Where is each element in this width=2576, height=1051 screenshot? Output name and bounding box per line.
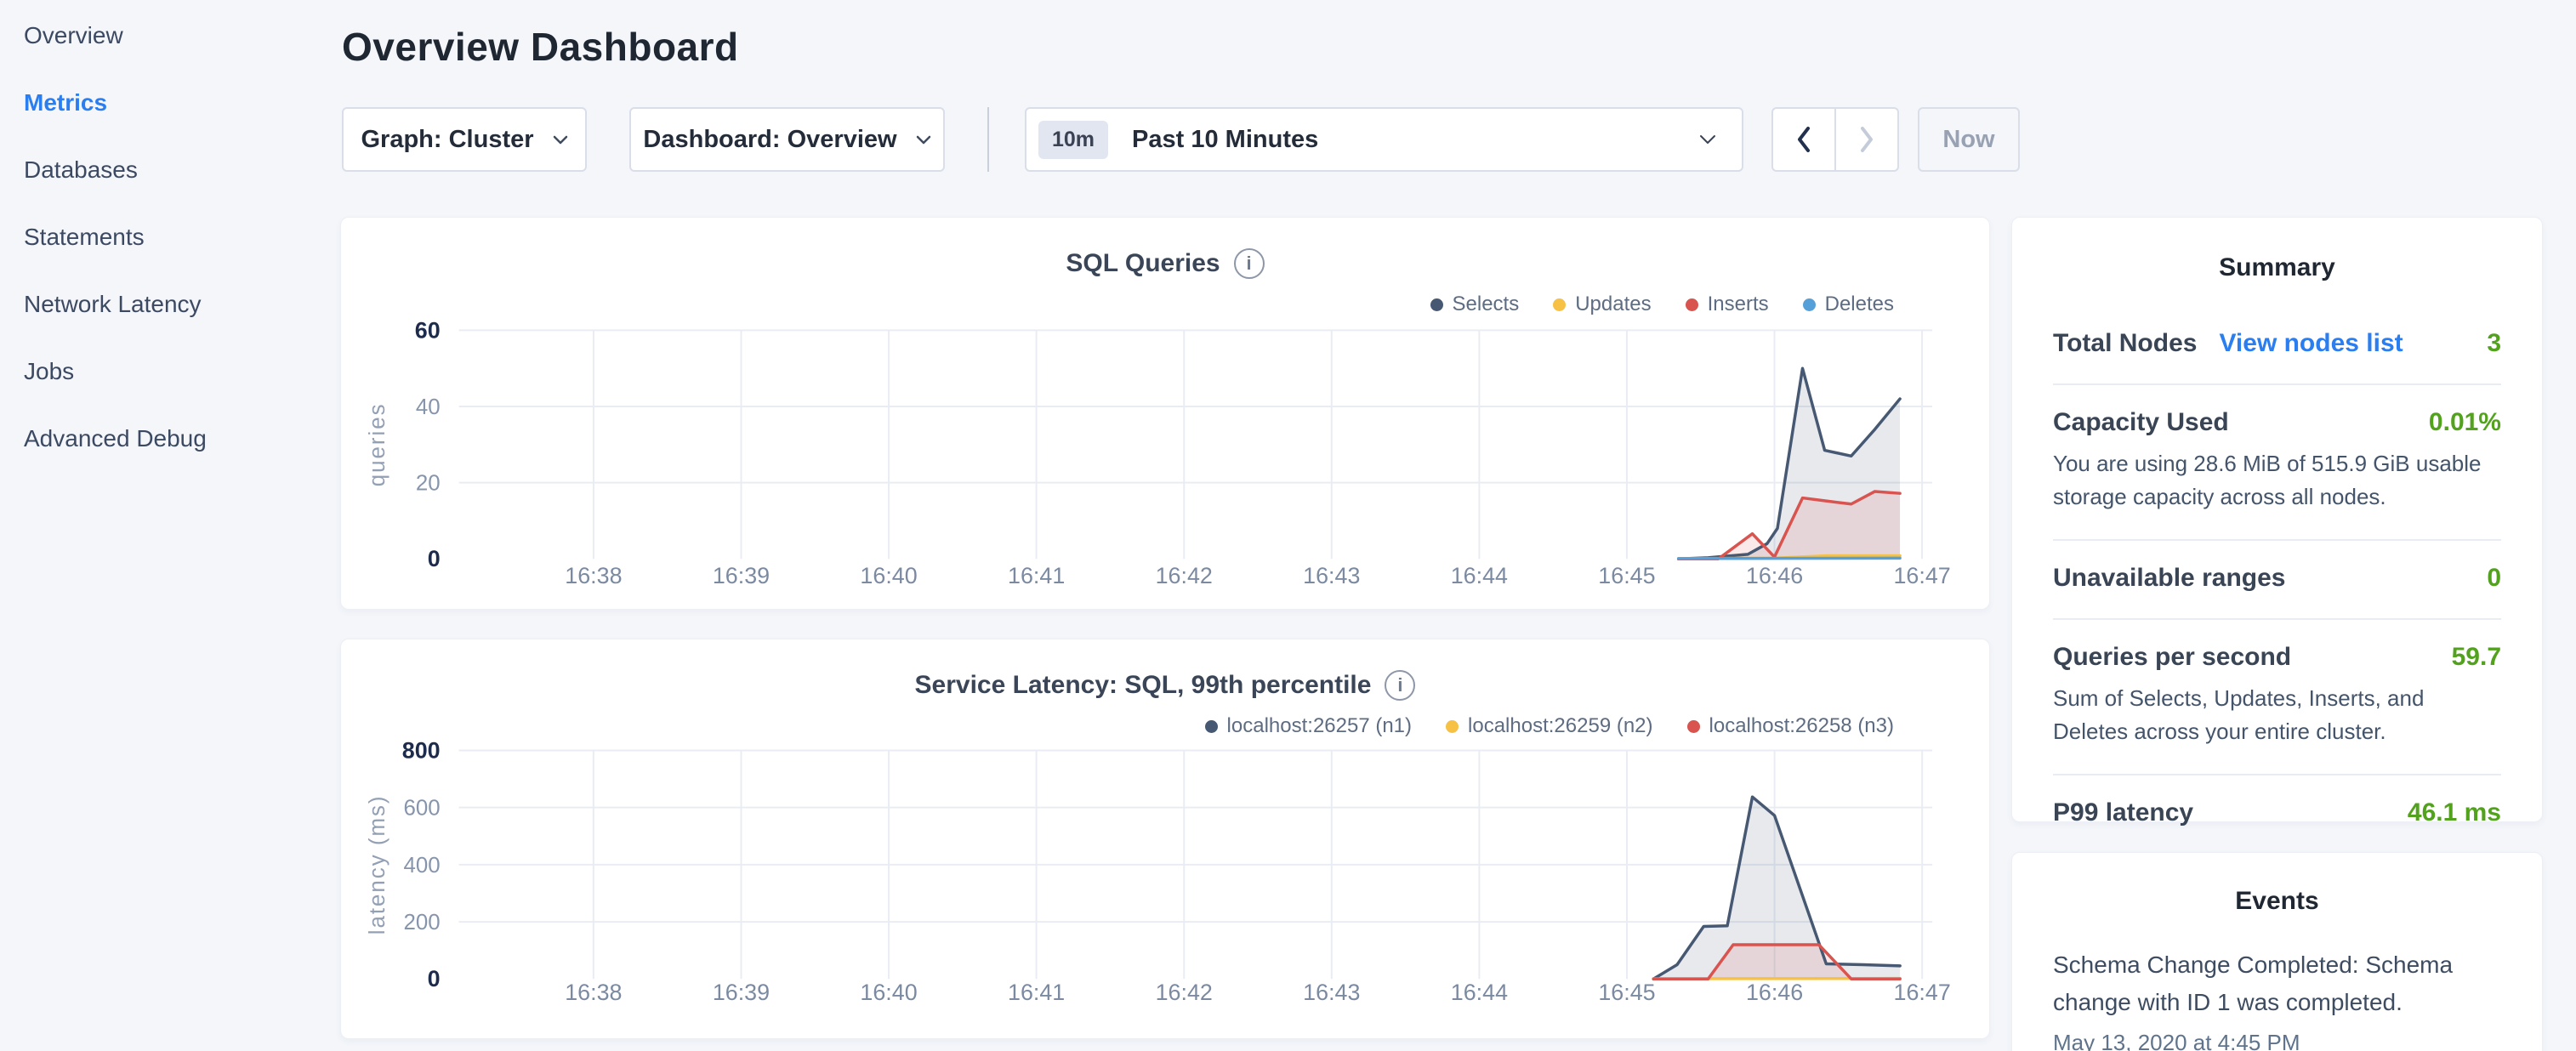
summary-label: Queries per second (2053, 643, 2291, 672)
svg-text:16:47: 16:47 (1894, 980, 1951, 1005)
summary-heading: Summary (2053, 253, 2501, 282)
chevron-right-icon (1859, 126, 1874, 153)
summary-label: Total Nodes (2053, 329, 2197, 358)
svg-text:16:45: 16:45 (1598, 980, 1655, 1005)
chart-canvas: 0 20 40 60 16:38 16:39 16:40 16:41 16:42 16:43 16:… (341, 218, 1989, 609)
graph-scope-dropdown[interactable]: Graph: Cluster (342, 107, 587, 172)
summary-section-capacity: Capacity Used 0.01% You are using 28.6 M… (2053, 385, 2501, 541)
summary-section-total-nodes: Total Nodes View nodes list 3 (2053, 306, 2501, 385)
svg-text:0: 0 (428, 966, 441, 991)
svg-text:16:40: 16:40 (860, 980, 917, 1005)
svg-text:600: 600 (403, 797, 440, 821)
time-step-buttons (1771, 107, 1899, 172)
sql-queries-chart-panel: SQL Queries i SelectsUpdatesInsertsDelet… (340, 217, 1990, 610)
dashboard-dropdown-label: Dashboard: Overview (643, 126, 896, 154)
chart-canvas: 0 200 400 600 800 16:38 16:39 16:40 16:41 16:42 16… (341, 639, 1989, 1038)
svg-text:60: 60 (415, 317, 441, 343)
sidebar-item-databases[interactable]: Databases (0, 136, 340, 203)
event-timestamp: May 13, 2020 at 4:45 PM (2053, 1030, 2501, 1051)
svg-text:16:46: 16:46 (1746, 980, 1803, 1005)
summary-value: 3 (2487, 329, 2501, 358)
summary-panel: Summary Total Nodes View nodes list 3 Ca… (2011, 217, 2543, 822)
svg-text:16:38: 16:38 (565, 980, 622, 1005)
svg-text:16:43: 16:43 (1303, 980, 1360, 1005)
summary-label: P99 latency (2053, 798, 2193, 827)
sidebar-item-statements[interactable]: Statements (0, 203, 340, 270)
time-step-back-button[interactable] (1773, 109, 1834, 170)
svg-text:16:44: 16:44 (1451, 980, 1508, 1005)
svg-text:16:45: 16:45 (1598, 563, 1655, 588)
svg-text:200: 200 (403, 911, 440, 935)
svg-text:16:42: 16:42 (1156, 563, 1213, 588)
controls-divider (987, 107, 989, 172)
sidebar: Overview Metrics Databases Statements Ne… (0, 0, 340, 1051)
time-range-dropdown[interactable]: 10m Past 10 Minutes (1025, 107, 1743, 172)
svg-text:16:43: 16:43 (1303, 563, 1360, 588)
events-heading: Events (2053, 887, 2501, 916)
svg-text:16:46: 16:46 (1746, 563, 1803, 588)
svg-text:800: 800 (402, 737, 441, 763)
summary-section-p99: P99 latency 46.1 ms (2053, 775, 2501, 853)
graph-scope-dropdown-label: Graph: Cluster (361, 126, 533, 154)
chevron-down-icon (916, 135, 931, 145)
summary-value: 46.1 ms (2408, 798, 2501, 827)
summary-value: 59.7 (2452, 643, 2501, 672)
sidebar-item-overview[interactable]: Overview (0, 2, 340, 69)
view-nodes-list-link[interactable]: View nodes list (2219, 329, 2403, 358)
svg-text:latency (ms): latency (ms) (366, 794, 390, 935)
event-message[interactable]: Schema Change Completed: Schema change w… (2053, 946, 2501, 1021)
svg-text:16:38: 16:38 (565, 563, 622, 588)
svg-text:16:44: 16:44 (1451, 563, 1508, 588)
chevron-left-icon (1796, 126, 1811, 153)
metrics-page: Overview Metrics Databases Statements Ne… (0, 0, 2576, 1051)
svg-text:400: 400 (403, 854, 440, 878)
chevron-down-icon (553, 135, 568, 145)
summary-section-qps: Queries per second 59.7 Sum of Selects, … (2053, 620, 2501, 775)
svg-text:40: 40 (416, 395, 441, 419)
svg-text:16:41: 16:41 (1008, 563, 1065, 588)
summary-label: Unavailable ranges (2053, 564, 2285, 593)
now-button[interactable]: Now (1918, 107, 2020, 172)
dashboard-dropdown[interactable]: Dashboard: Overview (629, 107, 945, 172)
svg-text:16:42: 16:42 (1156, 980, 1213, 1005)
summary-value: 0.01% (2429, 408, 2501, 437)
events-panel: Events Schema Change Completed: Schema c… (2011, 852, 2543, 1051)
sidebar-item-network-latency[interactable]: Network Latency (0, 270, 340, 338)
service-latency-chart-panel: Service Latency: SQL, 99th percentile i … (340, 639, 1990, 1039)
chevron-down-icon (1699, 134, 1716, 145)
page-title: Overview Dashboard (342, 24, 739, 70)
time-step-forward-button[interactable] (1834, 109, 1897, 170)
svg-text:16:40: 16:40 (860, 563, 917, 588)
summary-value: 0 (2487, 564, 2501, 593)
summary-description: You are using 28.6 MiB of 515.9 GiB usab… (2053, 447, 2501, 514)
svg-text:0: 0 (428, 546, 441, 571)
time-range-badge: 10m (1038, 121, 1108, 159)
summary-section-unavailable-ranges: Unavailable ranges 0 (2053, 541, 2501, 620)
time-range-label: Past 10 Minutes (1132, 126, 1318, 154)
svg-text:16:39: 16:39 (713, 563, 770, 588)
svg-text:16:41: 16:41 (1008, 980, 1065, 1005)
sidebar-item-metrics[interactable]: Metrics (0, 69, 340, 136)
svg-text:20: 20 (416, 472, 441, 496)
svg-text:16:47: 16:47 (1893, 563, 1950, 588)
sidebar-item-advanced-debug[interactable]: Advanced Debug (0, 405, 340, 472)
sidebar-item-jobs[interactable]: Jobs (0, 338, 340, 405)
summary-label: Capacity Used (2053, 408, 2229, 437)
svg-text:16:39: 16:39 (713, 980, 770, 1005)
svg-text:queries: queries (366, 402, 390, 486)
summary-description: Sum of Selects, Updates, Inserts, and De… (2053, 682, 2501, 748)
